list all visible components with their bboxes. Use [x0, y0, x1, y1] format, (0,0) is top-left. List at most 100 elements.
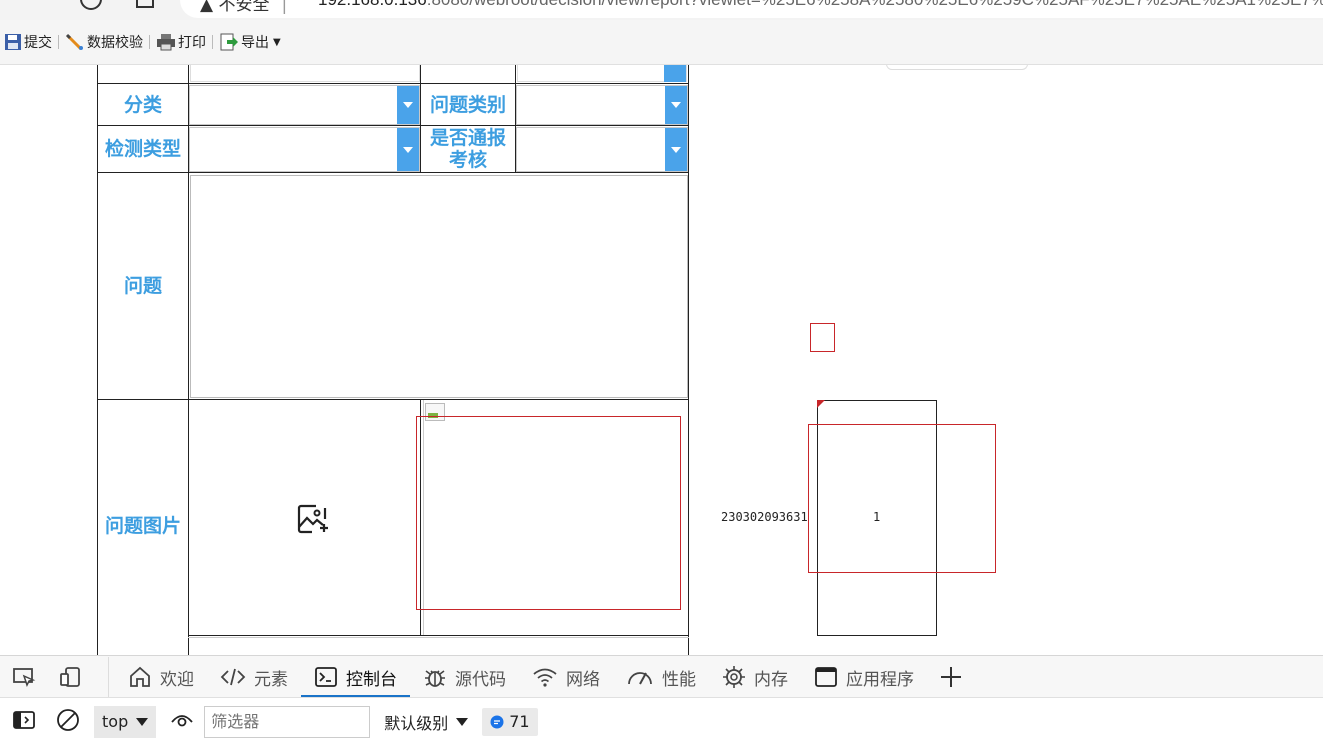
url-path: :8080/webroot/decision/view/report?viewl…	[427, 0, 1323, 9]
problem-type-select[interactable]	[516, 85, 688, 125]
export-label: 导出	[241, 35, 269, 51]
tab-application-label: 应用程序	[846, 669, 914, 690]
add-tab-button[interactable]	[927, 656, 983, 698]
cut-off-field[interactable]	[190, 65, 420, 82]
tab-performance[interactable]: 性能	[613, 656, 709, 698]
table-border	[188, 635, 689, 636]
data-validate-button[interactable]: 数据校验	[61, 30, 147, 54]
chevron-down-icon	[456, 717, 469, 726]
device-icon	[60, 667, 80, 687]
tab-network[interactable]: 网络	[519, 656, 613, 698]
context-selector[interactable]: top	[94, 705, 157, 738]
console-filter-input[interactable]	[204, 705, 371, 738]
print-button[interactable]: 打印	[152, 30, 210, 54]
record-selection-frame	[808, 424, 996, 573]
notify-assess-label: 是否通报 考核	[421, 126, 515, 172]
tab-application[interactable]: 应用程序	[801, 656, 927, 698]
warning-icon: ▲	[200, 0, 219, 15]
app-window-icon	[815, 667, 837, 687]
refresh-icon[interactable]	[80, 0, 102, 10]
tab-welcome-label: 欢迎	[160, 669, 194, 690]
image-selection-frame	[416, 416, 681, 610]
chevron-down-icon	[671, 102, 681, 108]
chevron-down-icon: ▼	[273, 36, 281, 48]
category-dropdown-button[interactable]	[397, 86, 419, 124]
record-id: 230302093631	[721, 510, 808, 524]
category-label: 分类	[123, 93, 162, 116]
problem-image-label: 问题图片	[104, 515, 181, 537]
wifi-icon	[533, 668, 557, 687]
detection-type-label: 检测类型	[104, 138, 181, 160]
code-icon	[220, 668, 246, 686]
record-count: 1	[873, 510, 881, 524]
log-level-value: 默认级别	[384, 713, 449, 733]
live-expression-icon[interactable]	[170, 710, 194, 734]
problem-type-label: 问题类别	[429, 93, 506, 116]
tab-memory[interactable]: 内存	[709, 656, 801, 698]
chevron-down-icon	[671, 146, 681, 153]
problem-textarea[interactable]	[190, 175, 688, 398]
submit-label: 提交	[24, 35, 52, 51]
browser-address-bar: ▲ 不安全| 192.168.0.136:8080/webroot/decisi…	[0, 0, 1323, 20]
console-icon	[315, 667, 337, 687]
tab-welcome[interactable]: 欢迎	[115, 656, 207, 698]
notify-assess-select[interactable]	[516, 127, 688, 172]
problem-type-dropdown-button[interactable]	[665, 86, 687, 124]
collapse-handle[interactable]	[886, 65, 1028, 70]
cut-off-field[interactable]	[517, 65, 687, 82]
table-border	[688, 65, 689, 655]
tab-elements[interactable]: 元素	[207, 656, 301, 698]
url-text[interactable]: 192.168.0.136:8080/webroot/decision/view…	[318, 0, 1323, 10]
tab-memory-label: 内存	[754, 669, 788, 690]
submit-button[interactable]: 提交	[0, 30, 56, 54]
print-label: 打印	[178, 35, 206, 51]
category-select[interactable]	[189, 85, 420, 125]
message-icon	[490, 715, 504, 728]
corner-marker-icon	[817, 400, 825, 408]
tab-elements-label: 元素	[254, 669, 288, 690]
chip-icon	[723, 666, 745, 688]
table-border	[188, 637, 689, 638]
notify-assess-label-line1: 是否通报	[429, 127, 506, 149]
report-toolbar: 提交 数据校验 打印 导出 ▼	[0, 20, 1323, 65]
toolbar-divider	[149, 35, 150, 49]
detection-type-select[interactable]	[189, 127, 420, 172]
chevron-down-icon[interactable]	[664, 65, 686, 82]
inspect-icon	[13, 668, 36, 687]
inspect-element-button[interactable]	[0, 656, 54, 698]
message-count: 71	[509, 712, 530, 731]
chevron-down-icon	[403, 146, 413, 153]
chevron-down-icon	[403, 102, 413, 108]
printer-icon	[157, 34, 175, 51]
clear-console-icon[interactable]	[56, 708, 80, 736]
context-value: top	[102, 712, 129, 731]
tab-console[interactable]: 控制台	[301, 656, 410, 698]
home-icon	[130, 666, 150, 687]
log-level-selector[interactable]: 默认级别	[384, 710, 469, 734]
export-button[interactable]: 导出 ▼	[215, 30, 285, 54]
notify-assess-dropdown-button[interactable]	[665, 128, 687, 171]
add-image-icon[interactable]	[296, 503, 328, 539]
tab-network-label: 网络	[566, 669, 600, 690]
security-label: 不安全	[218, 0, 270, 15]
detection-type-dropdown-button[interactable]	[397, 128, 419, 171]
security-indicator[interactable]: ▲ 不安全 |	[200, 0, 287, 15]
toolbar-divider	[212, 35, 213, 49]
home-icon[interactable]	[136, 0, 154, 8]
sidebar-toggle-icon[interactable]	[12, 710, 36, 734]
report-content: 分类 问题类别 检测类型 是否通报 考核 问题 问题图片 23030209363…	[0, 65, 1323, 655]
tab-console-label: 控制台	[346, 669, 397, 690]
devtools-tab-bar: 欢迎 元素 控制台 源代码 网络 性能 内存 应用程序	[0, 655, 1323, 698]
save-icon	[5, 34, 21, 50]
device-emulation-button[interactable]	[54, 656, 102, 698]
console-toolbar: top 默认级别 71	[0, 697, 1323, 745]
tab-sources-label: 源代码	[455, 669, 506, 690]
data-validate-label: 数据校验	[87, 35, 143, 51]
chevron-down-icon	[136, 717, 149, 726]
marker-box	[810, 323, 835, 352]
tab-sources[interactable]: 源代码	[410, 656, 519, 698]
tab-divider	[108, 657, 109, 697]
bug-icon	[425, 670, 445, 687]
message-count-badge[interactable]: 71	[482, 707, 538, 736]
export-icon	[220, 33, 238, 51]
